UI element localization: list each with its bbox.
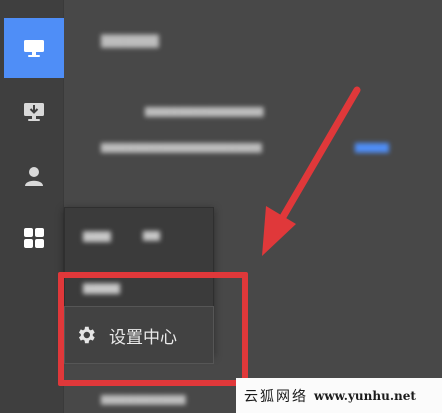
sidebar (0, 0, 64, 413)
watermark: 云狐网络 www.yunhu.net (236, 378, 442, 413)
blurred-title: ▆▆▆▆▆ (101, 30, 159, 48)
highlight-box (58, 272, 248, 386)
apps-grid-icon (24, 228, 44, 248)
blurred-link[interactable]: ▆▆▆▆ (355, 140, 389, 153)
watermark-url: www.yunhu.net (314, 388, 416, 403)
sidebar-item-download[interactable] (4, 82, 64, 142)
user-icon (25, 167, 43, 186)
blurred-menu-item[interactable]: ▆▆▆ (83, 228, 111, 242)
monitor-icon (24, 40, 44, 57)
watermark-brand: 云狐网络 (244, 388, 308, 405)
sidebar-item-user[interactable] (4, 146, 64, 206)
blurred-text-line: ▆▆▆▆▆▆▆▆▆▆▆▆▆▆ (145, 104, 264, 117)
blurred-text-line: ▆▆▆▆▆▆▆▆▆▆ (101, 392, 186, 405)
blurred-text-line: ▆▆▆▆▆▆▆▆▆▆▆▆▆▆▆▆▆▆▆ (101, 140, 262, 153)
blurred-menu-badge: ▆▆ (143, 228, 160, 241)
sidebar-item-monitor[interactable] (4, 18, 64, 78)
sidebar-item-apps[interactable] (4, 208, 64, 268)
download-monitor-icon (24, 103, 44, 121)
